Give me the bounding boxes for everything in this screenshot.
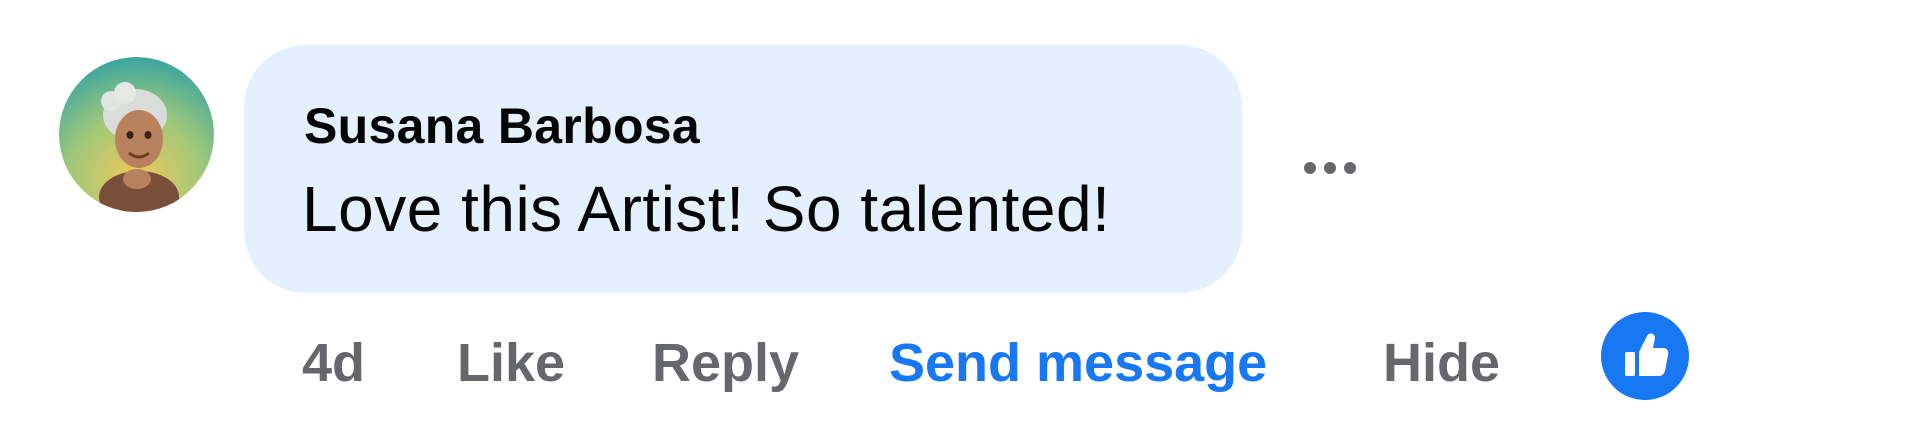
- reaction-badge[interactable]: [1601, 312, 1689, 400]
- ellipsis-icon: [1304, 162, 1356, 174]
- send-message-button[interactable]: Send message: [889, 328, 1267, 398]
- comment-timestamp[interactable]: 4d: [302, 328, 365, 398]
- avatar[interactable]: [59, 57, 214, 212]
- comment-author[interactable]: Susana Barbosa: [304, 97, 700, 155]
- hide-button[interactable]: Hide: [1383, 328, 1500, 398]
- reply-button[interactable]: Reply: [652, 328, 799, 398]
- comment-text: Love this Artist! So talented!: [302, 173, 1111, 245]
- thumbs-up-icon: [1625, 333, 1669, 376]
- comment: Susana Barbosa Love this Artist! So tale…: [0, 0, 1916, 432]
- comment-bubble: [244, 45, 1242, 293]
- avatar-image: [59, 57, 214, 212]
- like-button[interactable]: Like: [457, 328, 565, 398]
- more-options-button[interactable]: [1290, 148, 1370, 188]
